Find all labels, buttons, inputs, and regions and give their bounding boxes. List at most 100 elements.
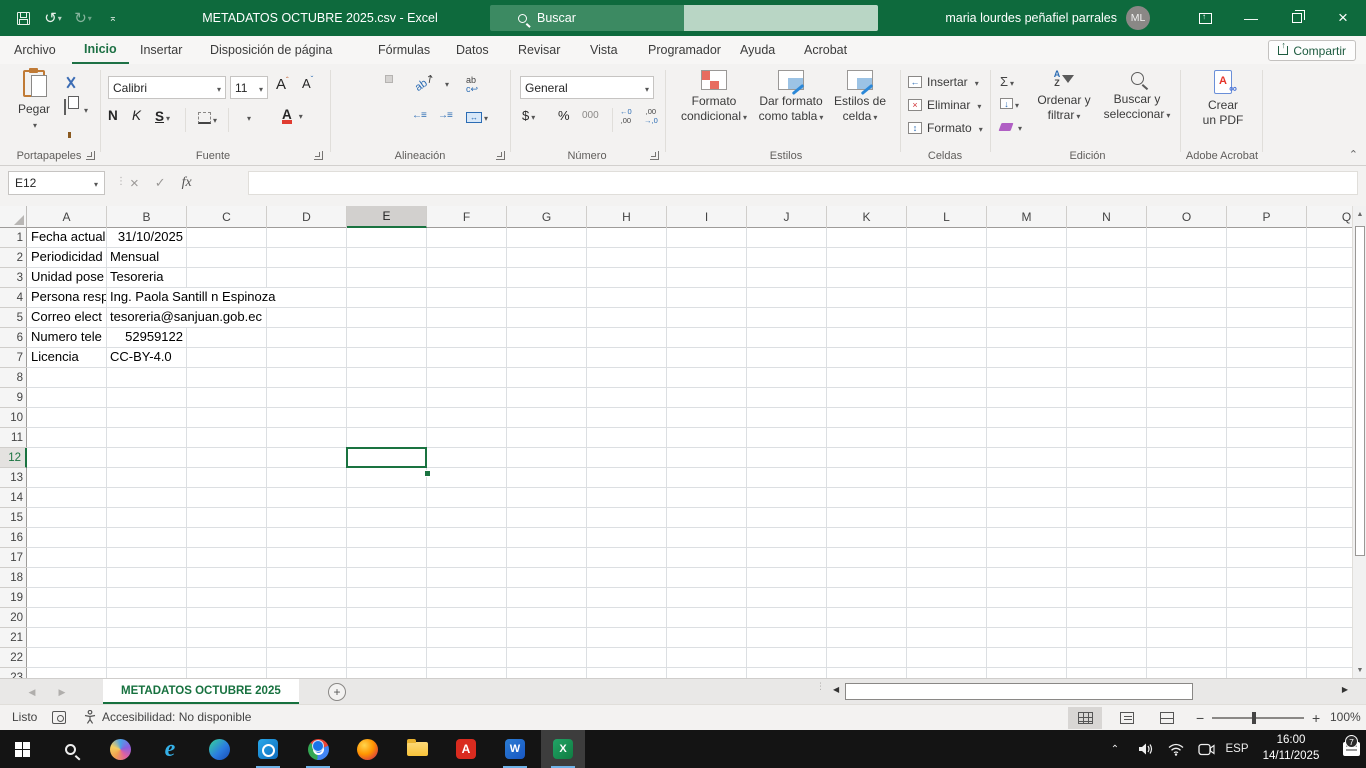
format-cells-button[interactable]: ↕ Formato — [908, 121, 983, 135]
zoom-level[interactable]: 100% — [1330, 710, 1361, 724]
currency-button[interactable]: $ — [522, 108, 535, 123]
collapse-ribbon-button[interactable]: ⌃ — [1349, 148, 1358, 161]
cancel-button[interactable]: × — [130, 175, 139, 192]
fill-button[interactable]: ↓ — [1000, 96, 1019, 111]
meet-now-button[interactable] — [1192, 730, 1220, 768]
row-header-15[interactable]: 15 — [0, 508, 27, 528]
sort-filter-button[interactable]: AZ Ordenar y filtrar — [1032, 70, 1096, 123]
row-header-14[interactable]: 14 — [0, 488, 27, 508]
excel-button[interactable]: X — [541, 730, 585, 768]
column-header-P[interactable]: P — [1227, 206, 1307, 228]
horizontal-scroll-thumb[interactable] — [845, 683, 1193, 700]
firefox-button[interactable] — [345, 730, 389, 768]
column-header-M[interactable]: M — [987, 206, 1067, 228]
decrease-font-button[interactable]: Aˇ — [302, 76, 313, 91]
paste-button[interactable]: Pegar — [10, 70, 58, 132]
decrease-decimal-button[interactable]: ,00→,0 — [644, 108, 658, 125]
font-name-combo[interactable]: Calibri — [108, 76, 226, 99]
row-header-23[interactable]: 23 — [0, 668, 27, 678]
prev-sheet-icon[interactable]: ◀ — [18, 679, 46, 705]
volume-button[interactable] — [1132, 730, 1160, 768]
delete-cells-button[interactable]: × Eliminar — [908, 98, 981, 112]
cell-A6[interactable]: Numero tele — [28, 328, 106, 347]
start-button[interactable] — [0, 730, 44, 768]
scroll-left-icon[interactable]: ◀ — [833, 685, 839, 694]
tab-formulas[interactable]: Fórmulas — [366, 36, 442, 64]
next-sheet-icon[interactable]: ▶ — [48, 679, 76, 705]
word-button[interactable]: W — [493, 730, 537, 768]
format-as-table-button[interactable]: Dar formato como tabla — [752, 70, 830, 124]
accessibility-status[interactable]: Accesibilidad: No disponible — [84, 710, 251, 724]
cell-B7[interactable]: CC-BY-4.0 — [107, 348, 175, 367]
minimize-button[interactable]: — — [1228, 0, 1274, 36]
hidden-icons-button[interactable]: ⌃ — [1102, 730, 1128, 768]
alignment-dialog-launcher[interactable] — [496, 151, 505, 160]
increase-indent-button[interactable]: →≡ — [438, 110, 452, 121]
cell-A1[interactable]: Fecha actual — [28, 228, 106, 247]
number-dialog-launcher[interactable] — [650, 151, 659, 160]
user-avatar[interactable]: ML — [1126, 6, 1150, 30]
row-header-10[interactable]: 10 — [0, 408, 27, 428]
row-header-18[interactable]: 18 — [0, 568, 27, 588]
row-header-17[interactable]: 17 — [0, 548, 27, 568]
align-bottom-button[interactable] — [386, 76, 392, 82]
row-header-8[interactable]: 8 — [0, 368, 27, 388]
vertical-scrollbar[interactable]: ▲ ▼ — [1352, 206, 1366, 678]
column-header-K[interactable]: K — [827, 206, 907, 228]
clock[interactable]: 16:00 14/11/2025 — [1248, 733, 1334, 765]
chrome-button[interactable] — [296, 730, 340, 768]
tab-acrobat[interactable]: Acrobat — [792, 36, 859, 64]
column-header-E[interactable]: E — [347, 206, 427, 228]
italic-button[interactable]: K — [132, 108, 141, 123]
new-sheet-button[interactable]: + — [328, 683, 346, 701]
tab-scroll-splitter[interactable]: ⋮ — [816, 684, 825, 689]
taskbar-search-button[interactable] — [48, 730, 92, 768]
insert-cells-button[interactable]: ← Insertar — [908, 75, 979, 89]
scroll-up-icon[interactable]: ▲ — [1353, 206, 1366, 222]
wrap-text-button[interactable]: abc↩ — [466, 76, 478, 94]
tab-vista[interactable]: Vista — [578, 36, 630, 64]
cell-A2[interactable]: Periodicidad — [28, 248, 106, 267]
acrobat-button[interactable]: A — [444, 730, 488, 768]
clear-button[interactable] — [1000, 119, 1022, 134]
vertical-scroll-thumb[interactable] — [1355, 226, 1365, 556]
cell-A7[interactable]: Licencia — [28, 348, 106, 367]
cell-A3[interactable]: Unidad pose — [28, 268, 106, 287]
row-header-12[interactable]: 12 — [0, 448, 27, 468]
customize-quick-access-button[interactable]: ⌅ — [98, 0, 128, 36]
row-header-9[interactable]: 9 — [0, 388, 27, 408]
column-header-F[interactable]: F — [427, 206, 507, 228]
redo-button[interactable]: ↻▾ — [68, 0, 98, 36]
decrease-indent-button[interactable]: ←≡ — [412, 110, 426, 121]
tab-datos[interactable]: Datos — [444, 36, 501, 64]
font-dialog-launcher[interactable] — [314, 151, 323, 160]
row-header-19[interactable]: 19 — [0, 588, 27, 608]
orientation-button[interactable]: ab↗ — [412, 71, 437, 94]
internet-explorer-button[interactable]: e — [148, 730, 192, 768]
scroll-right-icon[interactable]: ▶ — [1342, 685, 1348, 694]
notification-center-button[interactable]: 7 — [1336, 730, 1366, 768]
cell-B1[interactable]: 31/10/2025 — [107, 228, 187, 247]
row-header-21[interactable]: 21 — [0, 628, 27, 648]
wifi-button[interactable] — [1162, 730, 1190, 768]
copilot-button[interactable] — [98, 730, 142, 768]
borders-button[interactable] — [198, 110, 217, 126]
cell-B2[interactable]: Mensual — [107, 248, 162, 267]
view-page-layout-button[interactable] — [1110, 707, 1144, 729]
row-header-20[interactable]: 20 — [0, 608, 27, 628]
row-header-11[interactable]: 11 — [0, 428, 27, 448]
font-color-button[interactable]: A — [282, 106, 303, 122]
bold-button[interactable]: N — [108, 108, 118, 123]
scroll-down-icon[interactable]: ▼ — [1353, 662, 1366, 678]
name-box[interactable]: E12 — [8, 171, 105, 195]
merge-center-button[interactable]: ↔ — [466, 110, 488, 124]
view-page-break-button[interactable] — [1150, 707, 1184, 729]
tab-archivo[interactable]: Archivo — [2, 36, 68, 64]
cell-B3[interactable]: Tesoreria — [107, 268, 166, 287]
fill-handle[interactable] — [424, 470, 431, 477]
row-header-16[interactable]: 16 — [0, 528, 27, 548]
cell-B4[interactable]: Ing. Paola Santill n Espinoza — [107, 288, 279, 307]
ribbon-display-options-button[interactable] — [1182, 0, 1228, 36]
undo-button[interactable]: ↺▾ — [38, 0, 68, 36]
cell-B5[interactable]: tesoreria@sanjuan.gob.ec — [107, 308, 265, 327]
